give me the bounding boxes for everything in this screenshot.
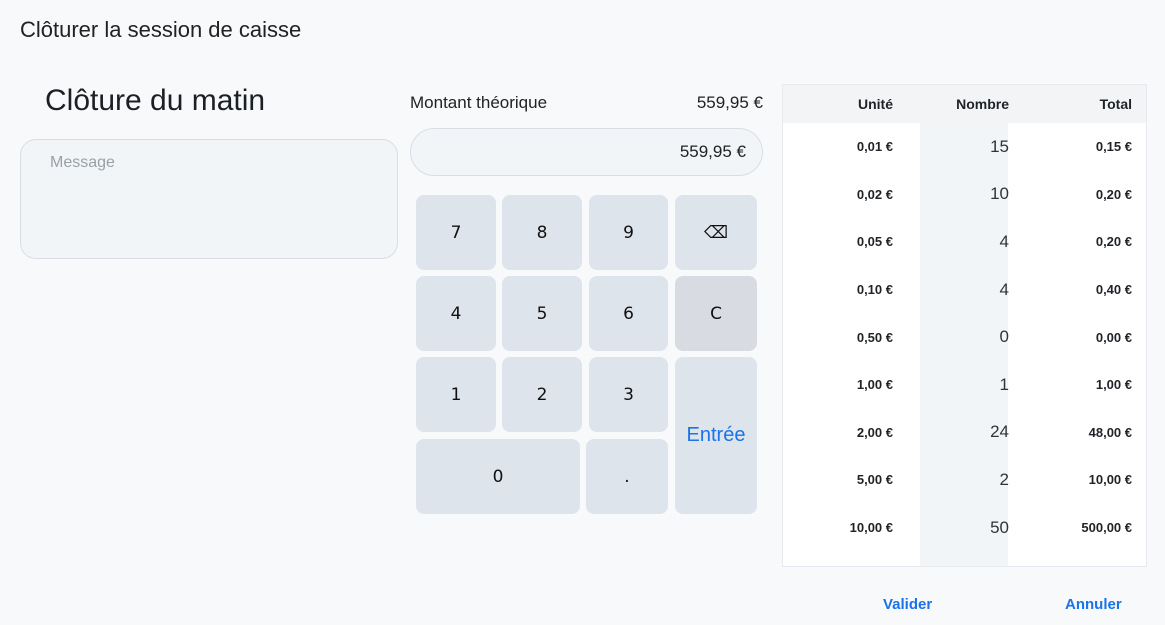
key-8[interactable]: 8 (502, 195, 582, 270)
header-count: Nombre (956, 96, 1009, 112)
row-unit: 0,01 € (856, 139, 893, 155)
row-unit: 0,02 € (856, 186, 893, 202)
table-row: 0,01 € 15 0,15 € (783, 123, 1146, 171)
table-row: 0,50 € 0 0,00 € (783, 313, 1146, 361)
table-row: 0 (783, 551, 1146, 566)
row-total: 1,00 € (1095, 377, 1132, 393)
row-unit: 2,00 € (856, 424, 893, 440)
table-row: 0,10 € 4 0,40 € (783, 266, 1146, 314)
row-unit: 5,00 € (856, 472, 893, 488)
clear-key[interactable]: C (675, 276, 757, 351)
row-total: 0,20 € (1095, 186, 1132, 202)
dialog-title: Clôturer la session de caisse (20, 17, 302, 42)
row-count-input[interactable]: 4 (921, 280, 1009, 300)
key-1[interactable]: 1 (416, 357, 496, 432)
denomination-table: Unité Nombre Total 0,01 € 15 0,15 € 0,02… (782, 84, 1147, 567)
header-unit: Unité (858, 96, 893, 112)
key-2[interactable]: 2 (502, 357, 582, 432)
row-count-input[interactable]: 1 (921, 375, 1009, 395)
message-input[interactable] (20, 139, 398, 259)
table-header: Unité Nombre Total (783, 85, 1146, 123)
row-count-input[interactable]: 24 (921, 422, 1009, 442)
table-row: 0,02 € 10 0,20 € (783, 171, 1146, 219)
theoretical-amount-label: Montant théorique (410, 93, 548, 112)
row-count-input[interactable]: 2 (921, 470, 1009, 490)
cancel-button[interactable]: Annuler (1065, 596, 1122, 613)
amount-display[interactable]: 559,95 € (410, 128, 763, 176)
amount-display-value: 559,95 € (679, 142, 746, 161)
key-4[interactable]: 4 (416, 276, 496, 351)
row-unit: 0,05 € (856, 234, 893, 250)
key-3[interactable]: 3 (589, 357, 668, 432)
row-count-input[interactable]: 4 (921, 232, 1009, 252)
table-row: 0,05 € 4 0,20 € (783, 218, 1146, 266)
row-total: 10,00 € (1088, 472, 1132, 488)
row-total: 0,00 € (1095, 329, 1132, 345)
table-row: 2,00 € 24 48,00 € (783, 409, 1146, 457)
numeric-keypad: 7 8 9 ⌫ 4 5 6 C 1 2 3 Entrée 0 . (416, 195, 758, 515)
session-name: Clôture du matin (45, 84, 266, 117)
row-unit: 1,00 € (856, 377, 893, 393)
theoretical-amount-value: 559,95 € (696, 93, 763, 112)
row-unit: 0,10 € (856, 282, 893, 298)
table-body: 0,01 € 15 0,15 € 0,02 € 10 0,20 € 0,05 €… (783, 123, 1146, 566)
row-total: 48,00 € (1088, 424, 1132, 440)
row-count-input[interactable]: 50 (921, 518, 1009, 538)
validate-button[interactable]: Valider (883, 596, 932, 613)
table-row: 5,00 € 2 10,00 € (783, 456, 1146, 504)
row-count-input[interactable]: 15 (921, 137, 1009, 157)
header-total: Total (1099, 96, 1132, 112)
row-total: 500,00 € (1081, 520, 1132, 536)
row-unit: 10,00 € (849, 520, 893, 536)
row-count-input[interactable]: 0 (921, 327, 1009, 347)
decimal-key[interactable]: . (586, 439, 668, 514)
backspace-icon: ⌫ (703, 222, 729, 243)
key-0[interactable]: 0 (416, 439, 580, 514)
row-total: 0,15 € (1095, 139, 1132, 155)
backspace-key[interactable]: ⌫ (675, 195, 757, 270)
table-row: 1,00 € 1 1,00 € (783, 361, 1146, 409)
row-total: 0,20 € (1095, 234, 1132, 250)
key-6[interactable]: 6 (589, 276, 668, 351)
row-total: 0,40 € (1095, 282, 1132, 298)
key-9[interactable]: 9 (589, 195, 668, 270)
row-unit: 0,50 € (856, 329, 893, 345)
row-count-input[interactable]: 10 (921, 184, 1009, 204)
table-row: 10,00 € 50 500,00 € (783, 504, 1146, 552)
row-count-input[interactable]: 0 (921, 565, 1009, 566)
enter-key[interactable]: Entrée (675, 357, 757, 514)
key-7[interactable]: 7 (416, 195, 496, 270)
key-5[interactable]: 5 (502, 276, 582, 351)
